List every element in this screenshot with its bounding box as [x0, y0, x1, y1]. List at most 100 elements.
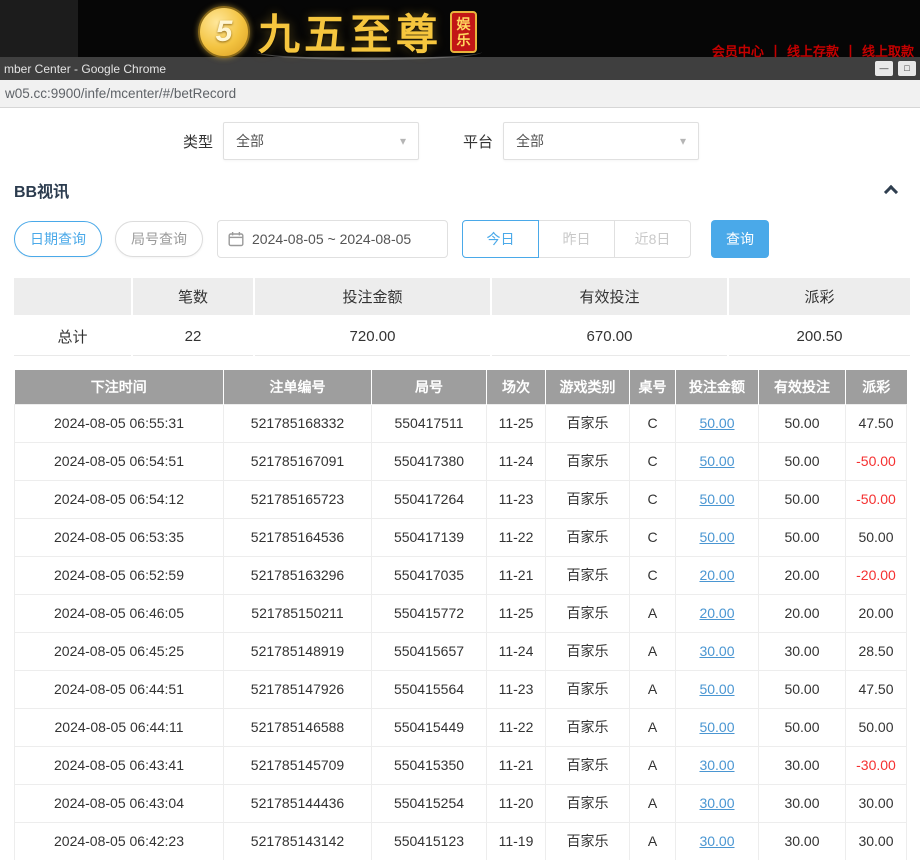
valid-bet-cell: 20.00 [759, 594, 846, 632]
bet-table-head-row: 下注时间注单编号局号场次游戏类别桌号投注金额有效投注派彩 [15, 370, 907, 404]
column-header-1: 注单编号 [224, 370, 372, 404]
round-number-cell: 550415772 [372, 594, 487, 632]
bet-amount-link[interactable]: 50.00 [699, 719, 734, 735]
quick-yesterday-button[interactable]: 昨日 [538, 220, 615, 258]
payout-cell: 47.50 [846, 670, 907, 708]
maximize-button[interactable]: □ [898, 61, 916, 76]
bet-amount-link[interactable]: 50.00 [699, 529, 734, 545]
round-number-cell: 550415350 [372, 746, 487, 784]
bet-time-cell: 2024-08-05 06:44:11 [15, 708, 224, 746]
bet-time-cell: 2024-08-05 06:44:51 [15, 670, 224, 708]
bet-time-cell: 2024-08-05 06:52:59 [15, 556, 224, 594]
bet-amount-link[interactable]: 30.00 [699, 833, 734, 849]
game-type-cell: 百家乐 [546, 442, 630, 480]
game-type-cell: 百家乐 [546, 670, 630, 708]
logo-swoosh [256, 44, 482, 60]
minimize-button[interactable]: — [875, 61, 893, 76]
game-type-cell: 百家乐 [546, 632, 630, 670]
bet-amount-link[interactable]: 50.00 [699, 453, 734, 469]
site-header: 5 九五至尊 娱 乐 会员中心丨线上存款丨线上取款 [0, 0, 920, 57]
session-cell: 11-25 [487, 404, 546, 442]
bet-amount-link[interactable]: 50.00 [699, 491, 734, 507]
window-title: mber Center - Google Chrome [4, 62, 870, 76]
game-type-cell: 百家乐 [546, 556, 630, 594]
summary-header-blank [14, 278, 131, 315]
bet-amount-link[interactable]: 30.00 [699, 795, 734, 811]
payout-cell: 30.00 [846, 822, 907, 860]
payout-cell: -20.00 [846, 556, 907, 594]
bet-number-cell: 521785163296 [224, 556, 372, 594]
bet-amount-link[interactable]: 20.00 [699, 567, 734, 583]
date-query-tab[interactable]: 日期查询 [14, 221, 102, 257]
session-cell: 11-21 [487, 746, 546, 784]
table-code-cell: C [630, 404, 676, 442]
platform-select[interactable]: 全部 ▾ [503, 122, 699, 160]
bet-number-cell: 521785143142 [224, 822, 372, 860]
bet-amount-cell: 50.00 [676, 442, 759, 480]
bet-amount-cell: 50.00 [676, 708, 759, 746]
date-range-input[interactable]: 2024-08-05 ~ 2024-08-05 [217, 220, 448, 258]
bet-amount-link[interactable]: 30.00 [699, 757, 734, 773]
bet-amount-link[interactable]: 50.00 [699, 415, 734, 431]
date-range-value: 2024-08-05 ~ 2024-08-05 [252, 231, 411, 247]
summary-header-count: 笔数 [133, 278, 253, 315]
game-type-cell: 百家乐 [546, 784, 630, 822]
quick-range-group: 今日 昨日 近8日 [462, 220, 691, 258]
payout-cell: 47.50 [846, 404, 907, 442]
nav-withdraw-link[interactable]: 线上取款 [862, 44, 914, 59]
valid-bet-cell: 30.00 [759, 822, 846, 860]
type-select[interactable]: 全部 ▾ [223, 122, 419, 160]
table-row: 2024-08-05 06:43:04521785144436550415254… [15, 784, 907, 822]
table-code-cell: A [630, 822, 676, 860]
payout-cell: 30.00 [846, 784, 907, 822]
bet-amount-link[interactable]: 50.00 [699, 681, 734, 697]
search-button[interactable]: 查询 [711, 220, 769, 258]
bet-amount-link[interactable]: 20.00 [699, 605, 734, 621]
session-cell: 11-23 [487, 670, 546, 708]
table-row: 2024-08-05 06:44:11521785146588550415449… [15, 708, 907, 746]
valid-bet-cell: 50.00 [759, 480, 846, 518]
bet-number-cell: 521785165723 [224, 480, 372, 518]
summary-header-bet-amount: 投注金额 [255, 278, 490, 315]
column-header-5: 桌号 [630, 370, 676, 404]
payout-cell: 50.00 [846, 518, 907, 556]
bet-amount-link[interactable]: 30.00 [699, 643, 734, 659]
table-code-cell: C [630, 480, 676, 518]
table-code-cell: A [630, 746, 676, 784]
summary-valid-bet-value: 670.00 [492, 317, 727, 356]
bet-number-cell: 521785148919 [224, 632, 372, 670]
valid-bet-cell: 50.00 [759, 518, 846, 556]
table-row: 2024-08-05 06:52:59521785163296550417035… [15, 556, 907, 594]
payout-cell: -50.00 [846, 480, 907, 518]
url-bar[interactable]: w05.cc:9900/infe/mcenter/#/betRecord [0, 80, 920, 108]
valid-bet-cell: 20.00 [759, 556, 846, 594]
bet-number-cell: 521785164536 [224, 518, 372, 556]
bet-amount-cell: 30.00 [676, 784, 759, 822]
bet-table-body: 2024-08-05 06:55:31521785168332550417511… [15, 404, 907, 860]
bet-time-cell: 2024-08-05 06:43:04 [15, 784, 224, 822]
summary-header-payout: 派彩 [729, 278, 910, 315]
round-number-cell: 550417264 [372, 480, 487, 518]
session-cell: 11-24 [487, 442, 546, 480]
game-type-cell: 百家乐 [546, 594, 630, 632]
type-select-value: 全部 [236, 131, 264, 151]
quick-8days-button[interactable]: 近8日 [614, 220, 691, 258]
round-query-tab[interactable]: 局号查询 [115, 221, 203, 257]
nav-member-center-link[interactable]: 会员中心 [712, 44, 764, 59]
bet-time-cell: 2024-08-05 06:46:05 [15, 594, 224, 632]
session-cell: 11-22 [487, 708, 546, 746]
bet-time-cell: 2024-08-05 06:42:23 [15, 822, 224, 860]
valid-bet-cell: 30.00 [759, 746, 846, 784]
filter-row: 类型 全部 ▾ 平台 全部 ▾ [0, 108, 920, 160]
calendar-icon [228, 231, 244, 247]
nav-deposit-link[interactable]: 线上存款 [787, 44, 839, 59]
minimize-icon: — [880, 64, 889, 73]
session-cell: 11-22 [487, 518, 546, 556]
valid-bet-cell: 30.00 [759, 784, 846, 822]
round-number-cell: 550415254 [372, 784, 487, 822]
bet-number-cell: 521785150211 [224, 594, 372, 632]
quick-today-button[interactable]: 今日 [462, 220, 539, 258]
summary-bet-amount-value: 720.00 [255, 317, 490, 356]
collapse-chevron-up-icon[interactable] [884, 185, 898, 199]
bet-number-cell: 521785144436 [224, 784, 372, 822]
